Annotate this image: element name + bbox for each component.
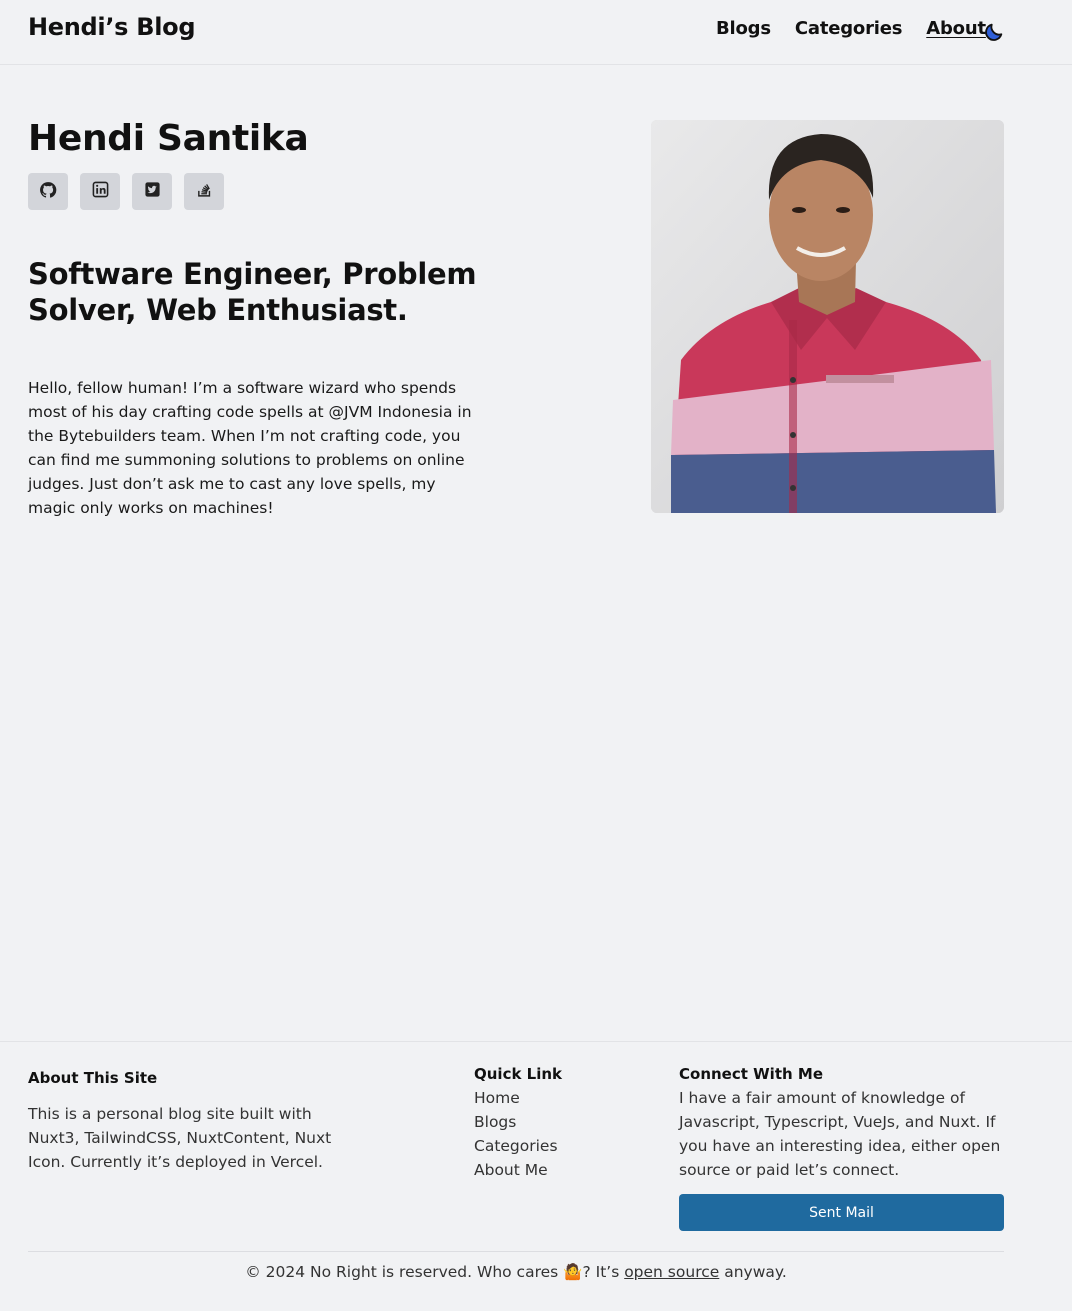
linkedin-link[interactable] <box>80 173 120 210</box>
site-footer: About This Site This is a personal blog … <box>0 1041 1072 1311</box>
profile-tagline: Software Engineer, Problem Solver, Web E… <box>28 257 477 327</box>
footer-about-title: About This Site <box>28 1069 158 1087</box>
footer-link-home[interactable]: Home <box>474 1086 558 1110</box>
footer-connect-title: Connect With Me <box>679 1065 823 1083</box>
moon-icon[interactable] <box>983 21 1005 43</box>
profile-name: Hendi Santika <box>28 118 309 159</box>
twitter-link[interactable] <box>132 173 172 210</box>
footer-divider <box>28 1251 1004 1252</box>
open-source-link[interactable]: open source <box>624 1263 719 1281</box>
linkedin-icon <box>92 181 109 202</box>
footer-connect-text: I have a fair amount of knowledge of Jav… <box>679 1089 1001 1179</box>
profile-bio: Hello, fellow human! I’m a software wiza… <box>28 379 472 517</box>
nav-blogs[interactable]: Blogs <box>716 18 771 39</box>
nav-categories[interactable]: Categories <box>795 18 903 39</box>
footer-link-blogs[interactable]: Blogs <box>474 1110 558 1134</box>
main-nav: Blogs Categories About <box>716 18 1010 39</box>
footer-quick-links: Home Blogs Categories About Me <box>474 1086 558 1182</box>
copyright-mid: ? It’s <box>582 1263 625 1281</box>
social-links <box>28 173 236 210</box>
copyright-suffix: anyway. <box>719 1263 787 1281</box>
stackoverflow-icon <box>196 181 213 202</box>
footer-quick-title: Quick Link <box>474 1065 563 1083</box>
nav-about[interactable]: About <box>926 18 986 39</box>
footer-link-categories[interactable]: Categories <box>474 1134 558 1158</box>
stackoverflow-link[interactable] <box>184 173 224 210</box>
site-header: Hendi’s Blog Blogs Categories About <box>0 0 1072 65</box>
shrug-emoji: 🤷 <box>563 1263 583 1281</box>
send-mail-button[interactable]: Sent Mail <box>679 1194 1004 1231</box>
footer-about-text: This is a personal blog site built with … <box>28 1105 332 1171</box>
profile-photo <box>651 120 1004 513</box>
site-brand[interactable]: Hendi’s Blog <box>28 13 196 41</box>
github-link[interactable] <box>28 173 68 210</box>
copyright-prefix: © 2024 No Right is reserved. Who cares <box>245 1263 564 1281</box>
github-icon <box>39 181 57 203</box>
footer-link-about[interactable]: About Me <box>474 1158 558 1182</box>
twitter-icon <box>144 181 161 202</box>
copyright-text: © 2024 No Right is reserved. Who cares 🤷… <box>0 1260 1032 1284</box>
